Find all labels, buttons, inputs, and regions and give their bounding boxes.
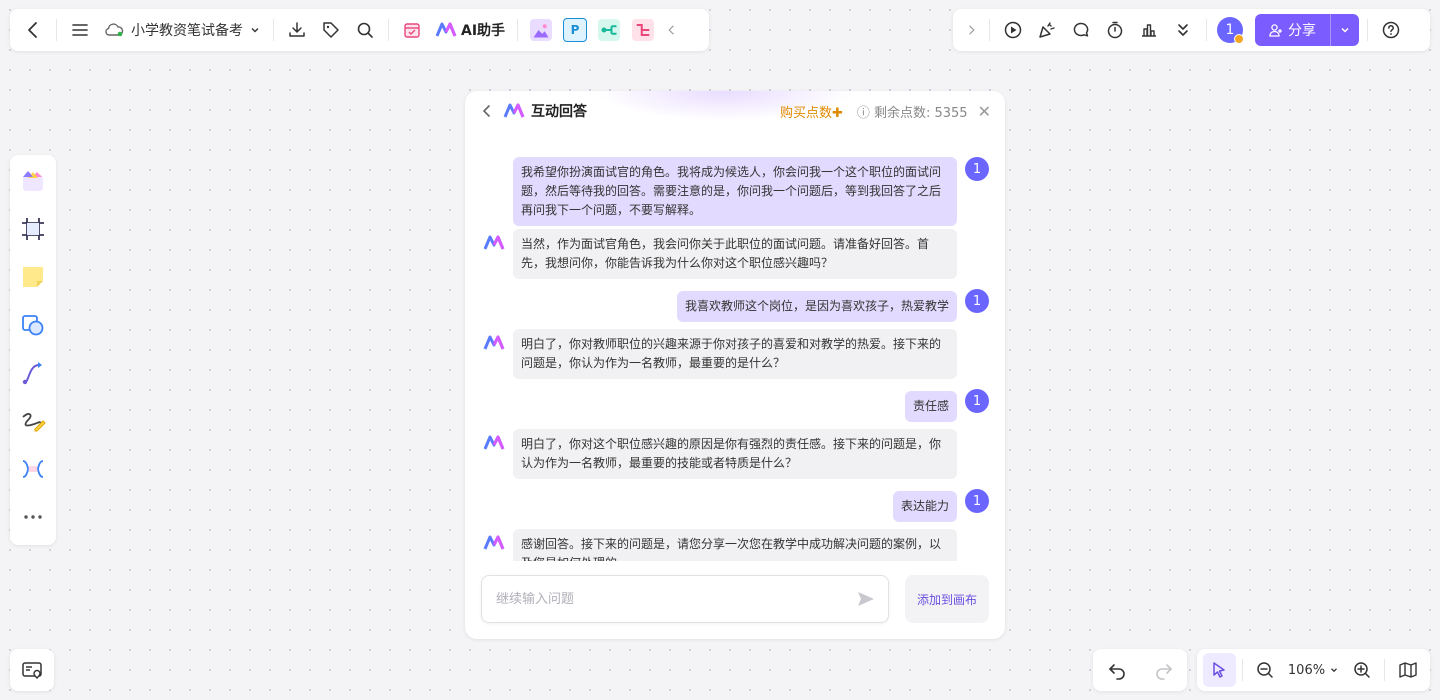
vote-icon[interactable] bbox=[1132, 13, 1166, 47]
zoom-out-icon[interactable] bbox=[1249, 653, 1282, 687]
ai-assistant-button[interactable]: AI助手 bbox=[429, 20, 511, 40]
comment-icon[interactable] bbox=[1064, 13, 1098, 47]
left-tool-sidebar bbox=[10, 155, 56, 545]
user-message: 我希望你扮演面试官的角色。我将成为候选人，你会问我一个这个职位的面试问题，然后等… bbox=[513, 157, 957, 226]
question-input[interactable] bbox=[494, 590, 856, 608]
chevron-down-icon bbox=[1331, 668, 1338, 673]
collapse-left-icon[interactable] bbox=[660, 13, 684, 47]
back-icon[interactable] bbox=[16, 13, 50, 47]
collaborator-avatar[interactable]: 1 bbox=[1213, 13, 1247, 47]
ai-assistant-label: AI助手 bbox=[461, 23, 506, 39]
remaining-points-text: 剩余点数: 5355 bbox=[873, 105, 968, 121]
question-input-box bbox=[481, 575, 889, 623]
divider bbox=[388, 19, 389, 41]
image-generate-icon[interactable] bbox=[524, 13, 558, 47]
document-title: 小学教资笔试备考 bbox=[131, 23, 243, 39]
user-avatar: 1 bbox=[965, 489, 989, 513]
user-avatar: 1 bbox=[965, 289, 989, 313]
help-icon[interactable] bbox=[1374, 13, 1408, 47]
top-right-toolbar: 1 分享 bbox=[953, 9, 1430, 51]
user-message: 我喜欢教师这个岗位，是因为喜欢孩子，热爱教学 bbox=[676, 291, 957, 322]
divider bbox=[1241, 659, 1243, 681]
chat-header: 互动回答 购买点数✚ ⓘ 剩余点数: 5355 ✕ bbox=[465, 91, 1005, 131]
user-avatar: 1 bbox=[965, 157, 989, 181]
ai-message: 明白了，你对教师职位的兴趣来源于你对孩子的喜爱和对教学的热爱。接下来的问题是，你… bbox=[513, 329, 957, 379]
document-title-dropdown[interactable]: 小学教资笔试备考 bbox=[97, 20, 267, 40]
divider bbox=[1367, 19, 1368, 41]
divider bbox=[56, 19, 57, 41]
avatar-number: 1 bbox=[1225, 22, 1235, 38]
share-button[interactable]: 分享 bbox=[1255, 14, 1330, 46]
add-to-canvas-button[interactable]: 添加到画布 bbox=[905, 575, 989, 623]
user-message: 责任感 bbox=[904, 391, 957, 422]
ai-message: 明白了，你对这个职位感兴趣的原因是你有强烈的责任感。接下来的问题是，你认为作为一… bbox=[513, 429, 957, 479]
divider bbox=[273, 19, 274, 41]
redo-icon[interactable] bbox=[1147, 653, 1181, 687]
zoom-level: 106% bbox=[1287, 662, 1326, 678]
divider bbox=[517, 19, 519, 41]
shape-icon[interactable] bbox=[13, 305, 53, 345]
user-avatar: 1 bbox=[965, 389, 989, 413]
chevron-down-icon bbox=[1341, 27, 1349, 33]
calendar-icon[interactable] bbox=[395, 13, 429, 47]
zoom-in-icon[interactable] bbox=[1345, 653, 1378, 687]
ai-avatar-icon bbox=[483, 535, 505, 550]
select-cursor-icon[interactable] bbox=[1203, 653, 1236, 687]
buy-points-link[interactable]: 购买点数✚ bbox=[780, 102, 843, 121]
template-icon[interactable] bbox=[13, 161, 53, 201]
info-icon: ⓘ bbox=[856, 105, 874, 121]
mindmap-icon[interactable] bbox=[13, 449, 53, 489]
book-map-icon[interactable] bbox=[1391, 653, 1424, 687]
celebrate-icon[interactable] bbox=[1030, 13, 1064, 47]
menu-icon[interactable] bbox=[63, 13, 97, 47]
p-app-icon[interactable]: P bbox=[558, 13, 592, 47]
play-icon[interactable] bbox=[996, 13, 1030, 47]
remaining-points: ⓘ 剩余点数: 5355 bbox=[857, 102, 968, 121]
top-left-toolbar: 小学教资笔试备考 AI助手 P bbox=[10, 9, 709, 51]
mindmap-app-icon[interactable] bbox=[626, 13, 660, 47]
zoom-controls: 106% bbox=[1197, 649, 1430, 691]
chat-title: 互动回答 bbox=[531, 104, 587, 120]
ai-avatar-icon bbox=[483, 235, 505, 250]
ai-avatar-icon bbox=[483, 435, 505, 450]
expand-right-icon[interactable] bbox=[959, 13, 983, 47]
ai-message: 当然，作为面试官角色，我会问你关于此职位的面试问题。请准备好回答。首先，我想问你… bbox=[513, 229, 957, 279]
flow-app-icon[interactable] bbox=[592, 13, 626, 47]
user-message: 表达能力 bbox=[892, 491, 957, 522]
timer-icon[interactable] bbox=[1098, 13, 1132, 47]
map-location-icon bbox=[22, 662, 42, 679]
tag-icon[interactable] bbox=[314, 13, 348, 47]
chevron-down-icon bbox=[251, 28, 259, 33]
more-icon[interactable] bbox=[13, 497, 53, 537]
add-user-icon bbox=[1269, 24, 1282, 37]
zoom-level-dropdown[interactable]: 106% bbox=[1282, 663, 1345, 678]
cloud-icon bbox=[105, 23, 124, 37]
ai-avatar-icon bbox=[483, 335, 505, 350]
chat-input-area: 添加到画布 bbox=[481, 575, 989, 623]
divider bbox=[989, 19, 990, 41]
divider bbox=[1206, 19, 1207, 41]
share-label: 分享 bbox=[1288, 23, 1316, 39]
pen-icon[interactable] bbox=[13, 401, 53, 441]
message-list: 我希望你扮演面试官的角色。我将成为候选人，你会问我一个这个职位的面试问题，然后等… bbox=[465, 155, 1005, 561]
search-icon[interactable] bbox=[348, 13, 382, 47]
undo-icon[interactable] bbox=[1100, 653, 1134, 687]
sticky-note-icon[interactable] bbox=[13, 257, 53, 297]
share-dropdown[interactable] bbox=[1330, 14, 1359, 46]
ai-logo-icon bbox=[503, 103, 525, 118]
connector-line-icon[interactable] bbox=[13, 353, 53, 393]
download-icon[interactable] bbox=[280, 13, 314, 47]
divider bbox=[1384, 659, 1386, 681]
send-icon[interactable] bbox=[856, 589, 876, 609]
share-button-group: 分享 bbox=[1255, 14, 1359, 46]
double-chevron-down-icon[interactable] bbox=[1166, 13, 1200, 47]
close-icon[interactable]: ✕ bbox=[978, 102, 991, 121]
history-controls bbox=[1093, 649, 1187, 691]
back-icon[interactable] bbox=[479, 103, 495, 119]
minimap-toggle[interactable] bbox=[10, 649, 54, 691]
interactive-answer-panel: 互动回答 购买点数✚ ⓘ 剩余点数: 5355 ✕ 我希望你扮演面试官的角色。我… bbox=[465, 91, 1005, 639]
ai-logo-icon bbox=[435, 22, 457, 37]
ai-message: 感谢回答。接下来的问题是，请您分享一次您在教学中成功解决问题的案例，以及您是如何… bbox=[513, 529, 957, 561]
frame-icon[interactable] bbox=[13, 209, 53, 249]
